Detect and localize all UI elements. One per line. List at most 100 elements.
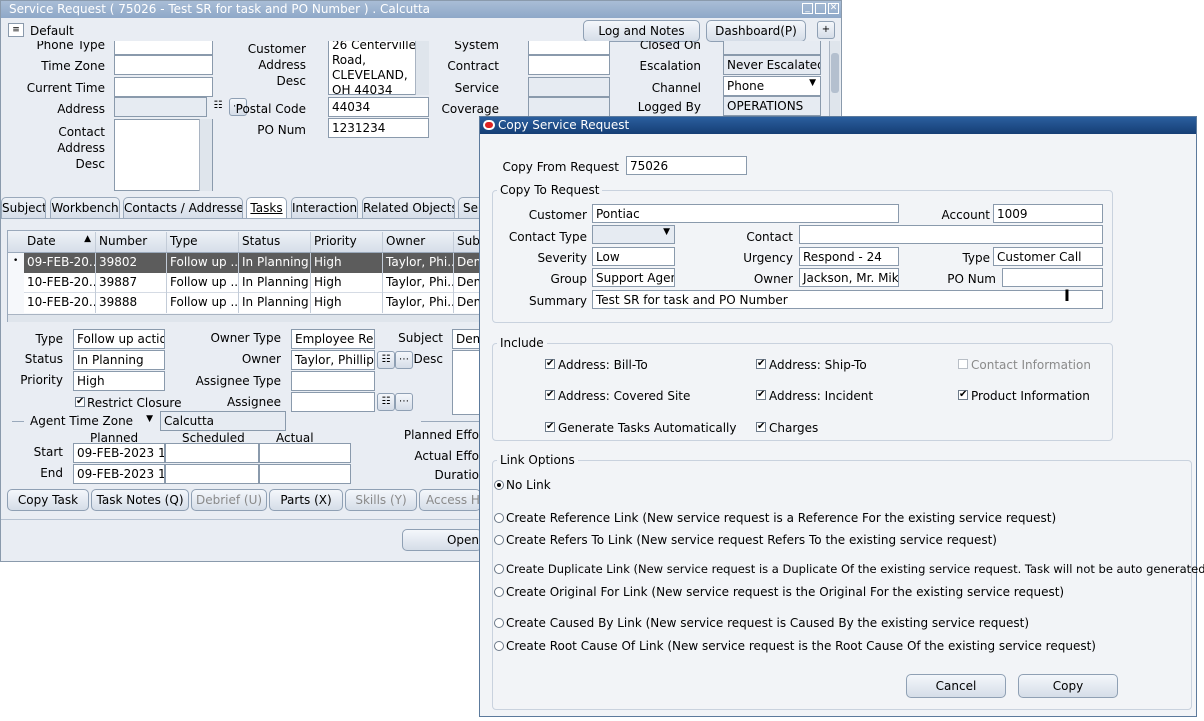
contact-info-checkbox[interactable] (958, 359, 968, 369)
task-status-field[interactable]: In Planning (73, 350, 165, 370)
contact-field[interactable] (799, 225, 1103, 244)
log-and-notes-button[interactable]: Log and Notes (583, 20, 700, 42)
row-cell[interactable]: Dem (454, 253, 482, 273)
time-zone-city-field[interactable]: Calcutta (160, 411, 286, 431)
access-hours-button[interactable]: Access Ho (419, 489, 481, 511)
phone-type-field[interactable] (114, 41, 213, 55)
address-lov-icon[interactable]: ☷ (209, 98, 227, 116)
type-field[interactable]: Customer Call (993, 247, 1103, 266)
incident-checkbox[interactable]: ✔ (756, 390, 766, 400)
row-cell[interactable]: 39887 (96, 273, 167, 293)
desc-field[interactable] (452, 350, 482, 415)
owner-field[interactable]: Taylor, Phillip C (291, 350, 375, 370)
agent-time-zone-select[interactable]: Agent Time Zone ▼ (27, 412, 157, 432)
row-cell[interactable]: In Planning (239, 293, 311, 313)
caused-by-link-radio[interactable] (494, 618, 504, 628)
row-cell[interactable]: 10-FEB-20... (24, 293, 96, 313)
tab-contacts-addresses[interactable]: Contacts / Addresses (123, 197, 243, 218)
assignee-more-button[interactable]: ⋯ (395, 393, 413, 411)
row-cell[interactable]: Follow up ... (167, 293, 239, 313)
col-date[interactable]: Date ▲ (24, 232, 96, 252)
task-notes-button[interactable]: Task Notes (Q) (91, 489, 189, 511)
scheduled-start-field[interactable] (165, 443, 259, 463)
row-cell[interactable]: 10-FEB-20... (24, 273, 96, 293)
row-cell[interactable]: Taylor, Phi... (383, 273, 454, 293)
customer-address-desc-field[interactable]: 26 Centerville Road, CLEVELAND, OH 44034 (328, 41, 429, 95)
row-cell[interactable]: Follow up ... (167, 253, 239, 273)
row-cell[interactable]: Follow up ... (167, 273, 239, 293)
escalation-field[interactable]: Never Escalated (723, 55, 821, 75)
reference-link-radio[interactable] (494, 513, 504, 523)
tab-subject[interactable]: Subject (1, 197, 46, 218)
tab-workbench[interactable]: Workbench (50, 197, 120, 218)
table-row[interactable]: 10-FEB-20... 39888 Follow up ... In Plan… (24, 293, 482, 313)
address-field[interactable] (114, 97, 207, 117)
charges-checkbox[interactable]: ✔ (756, 422, 766, 432)
refers-to-link-radio[interactable] (494, 535, 504, 545)
tab-related-objects[interactable]: Related Objects (362, 197, 455, 218)
maximize-icon[interactable] (815, 3, 826, 14)
product-info-checkbox[interactable]: ✔ (958, 390, 968, 400)
row-cell[interactable]: Taylor, Phi... (383, 293, 454, 313)
open-button[interactable]: Open (402, 529, 482, 551)
col-status[interactable]: Status (239, 232, 311, 252)
parts-button[interactable]: Parts (X) (269, 489, 343, 511)
restrict-closure-checkbox[interactable]: ✔ (75, 397, 85, 407)
row-cell[interactable]: High (311, 273, 383, 293)
row-cell[interactable]: Taylor, Phi... (383, 253, 454, 273)
col-number[interactable]: Number (96, 232, 167, 252)
actual-start-field[interactable] (259, 443, 351, 463)
coverage-field[interactable] (528, 97, 610, 117)
copy-button[interactable]: Copy (1018, 674, 1118, 698)
contact-address-scrollbar[interactable] (199, 119, 212, 191)
col-subject[interactable]: Subj (454, 232, 482, 252)
owner-lov-icon[interactable]: ☷ (377, 351, 395, 369)
planned-end-field[interactable]: 09-FEB-2023 12: (73, 464, 165, 484)
row-cell[interactable]: 39888 (96, 293, 167, 313)
contract-field[interactable] (528, 55, 610, 75)
postal-code-field[interactable]: 44034 (328, 97, 429, 117)
severity-field[interactable]: Low (592, 247, 675, 266)
owner-type-field[interactable]: Employee Reso (291, 329, 375, 349)
row-cell[interactable]: 39802 (96, 253, 167, 273)
system-field[interactable] (528, 41, 610, 55)
tab-tasks[interactable]: Tasks (246, 197, 287, 218)
minimize-icon[interactable]: _ (802, 3, 813, 14)
po-num-field[interactable]: 1231234 (328, 118, 429, 138)
current-time-field[interactable] (114, 77, 213, 97)
scroll-thumb[interactable] (831, 53, 839, 93)
closed-on-field[interactable] (723, 41, 821, 55)
assignee-field[interactable] (291, 392, 375, 412)
owner-field[interactable]: Jackson, Mr. Mike (799, 268, 899, 287)
row-cell[interactable]: Dem (454, 293, 482, 313)
row-cell[interactable]: High (311, 293, 383, 313)
planned-start-field[interactable]: 09-FEB-2023 12: (73, 443, 165, 463)
duplicate-link-radio[interactable] (494, 564, 504, 574)
row-cell[interactable]: 09-FEB-20... (24, 253, 96, 273)
tab-interactions[interactable]: Interactions (291, 197, 358, 218)
close-icon[interactable]: ✕ (828, 3, 839, 14)
root-cause-link-radio[interactable] (494, 641, 504, 651)
row-cell[interactable]: Dem (454, 273, 482, 293)
gen-tasks-checkbox[interactable]: ✔ (545, 422, 555, 432)
account-field[interactable]: 1009 (993, 204, 1103, 223)
scheduled-end-field[interactable] (165, 464, 259, 484)
summary-field[interactable]: Test SR for task and PO Number (592, 290, 1103, 309)
skills-button[interactable]: Skills (Y) (345, 489, 417, 511)
customer-field[interactable]: Pontiac (592, 204, 899, 223)
no-link-radio[interactable] (494, 480, 504, 490)
logged-by-field[interactable]: OPERATIONS (723, 96, 821, 116)
contact-type-select[interactable]: ▼ (592, 225, 675, 244)
copy-from-field[interactable]: 75026 (626, 156, 747, 175)
actual-end-field[interactable] (259, 464, 351, 484)
dashboard-button[interactable]: Dashboard(P) (706, 20, 806, 42)
grid-hscrollbar[interactable] (8, 314, 482, 322)
task-priority-field[interactable]: High (73, 371, 165, 391)
urgency-field[interactable]: Respond - 24 (799, 247, 899, 266)
group-field[interactable]: Support Agents (592, 268, 675, 287)
channel-select[interactable]: Phone ▼ (723, 76, 821, 96)
cancel-button[interactable]: Cancel (906, 674, 1006, 698)
time-zone-field[interactable] (114, 55, 213, 75)
original-for-link-radio[interactable] (494, 587, 504, 597)
covered-site-checkbox[interactable]: ✔ (545, 390, 555, 400)
